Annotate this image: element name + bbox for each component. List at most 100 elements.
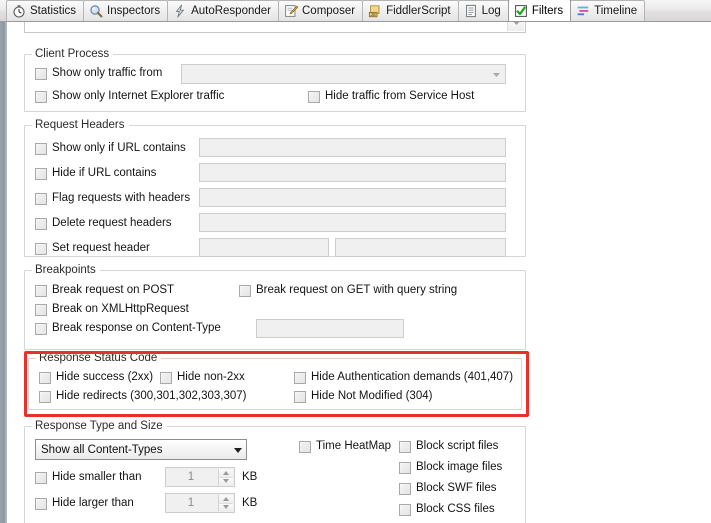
checkbox-label: Hide smaller than	[52, 471, 142, 483]
top-partial-combobox[interactable]	[24, 22, 526, 33]
svg-text:JS: JS	[371, 12, 376, 17]
tab-label: Log	[481, 5, 501, 17]
tab-composer[interactable]: Composer	[278, 0, 364, 21]
checkbox-label: Block script files	[416, 440, 499, 452]
chevron-down-icon[interactable]	[507, 22, 524, 31]
tab-filters[interactable]: Filters	[507, 0, 572, 21]
input-set-request-header-value[interactable]	[335, 238, 506, 257]
checkbox-box[interactable]	[399, 461, 411, 474]
checkbox-show-only-traffic-from[interactable]: Show only traffic from	[35, 67, 162, 80]
input-set-request-header-name[interactable]	[199, 238, 329, 257]
js-scroll-icon: JS	[368, 4, 382, 18]
checkbox-box[interactable]	[35, 142, 47, 155]
checkbox-box[interactable]	[294, 390, 306, 403]
checkbox-break-request-on-post[interactable]: Break request on POST	[35, 284, 174, 297]
spinner-up-icon[interactable]	[218, 469, 233, 478]
tab-label: Filters	[531, 4, 564, 17]
checkbox-box[interactable]	[35, 192, 47, 205]
checkbox-delete-request-headers[interactable]: Delete request headers	[35, 217, 172, 230]
spinner-up-icon[interactable]	[218, 495, 233, 504]
checkbox-hide-larger-than[interactable]: Hide larger than	[35, 497, 134, 510]
tab-label: Timeline	[594, 5, 638, 17]
checkbox-box[interactable]	[299, 440, 311, 453]
checkbox-box[interactable]	[294, 371, 306, 384]
chevron-down-icon[interactable]	[490, 68, 503, 81]
checkbox-box[interactable]	[35, 471, 47, 484]
checkbox-hide-if-url-contains[interactable]: Hide if URL contains	[35, 167, 156, 180]
checkbox-label: Set request header	[52, 242, 150, 254]
checkbox-box[interactable]	[39, 371, 51, 384]
checkbox-box[interactable]	[35, 322, 47, 335]
checkbox-block-image-files[interactable]: Block image files	[399, 461, 502, 474]
input-break-response-content-type[interactable]	[256, 319, 404, 338]
checkbox-box[interactable]	[35, 284, 47, 297]
unit-label-larger: KB	[242, 497, 258, 509]
checkbox-box[interactable]	[35, 303, 47, 316]
tab-fiddlerscript[interactable]: JS FiddlerScript	[362, 0, 459, 21]
checkbox-box[interactable]	[239, 284, 251, 297]
input-show-only-if-url-contains[interactable]	[199, 138, 506, 157]
spinner-buttons[interactable]	[218, 469, 233, 485]
checkbox-flag-requests-with-headers[interactable]: Flag requests with headers	[35, 192, 190, 205]
checkbox-box[interactable]	[35, 67, 47, 80]
checkbox-hide-success-2xx[interactable]: Hide success (2xx)	[39, 371, 153, 384]
checkbox-box[interactable]	[35, 497, 47, 510]
checkbox-break-on-xmlhttprequest[interactable]: Break on XMLHttpRequest	[35, 303, 189, 316]
input-hide-if-url-contains[interactable]	[199, 163, 506, 182]
checkbox-block-css-files[interactable]: Block CSS files	[399, 503, 495, 516]
tab-strip: Statistics Inspectors AutoResponder Comp…	[0, 0, 711, 22]
spinner-hide-smaller-than[interactable]: 1	[165, 467, 235, 487]
checkbox-set-request-header[interactable]: Set request header	[35, 242, 150, 255]
checkbox-show-only-ie-traffic[interactable]: Show only Internet Explorer traffic	[35, 90, 224, 103]
checkbox-hide-redirects[interactable]: Hide redirects (300,301,302,303,307)	[39, 390, 247, 403]
spinner-value: 1	[187, 471, 195, 483]
combobox-client-process[interactable]	[181, 64, 506, 84]
checkbox-hide-not-modified[interactable]: Hide Not Modified (304)	[294, 390, 432, 403]
spinner-hide-larger-than[interactable]: 1	[165, 493, 235, 513]
checkbox-break-request-on-get-query[interactable]: Break request on GET with query string	[239, 284, 457, 297]
spinner-down-icon[interactable]	[218, 503, 233, 511]
checkbox-break-response-on-content-type[interactable]: Break response on Content-Type	[35, 322, 221, 335]
checkbox-label: Hide Authentication demands (401,407)	[311, 371, 514, 383]
tab-autoresponder[interactable]: AutoResponder	[167, 0, 279, 21]
checkbox-hide-non-2xx[interactable]: Hide non-2xx	[160, 371, 245, 384]
input-delete-request-headers[interactable]	[199, 213, 506, 232]
checkbox-box[interactable]	[308, 90, 320, 103]
pencil-note-icon	[284, 4, 299, 18]
tab-inspectors[interactable]: Inspectors	[83, 0, 169, 21]
checkbox-box[interactable]	[35, 167, 47, 180]
checkbox-block-script-files[interactable]: Block script files	[399, 440, 498, 453]
checkbox-box[interactable]	[399, 440, 411, 453]
checkbox-hide-authentication-demands[interactable]: Hide Authentication demands (401,407)	[294, 371, 513, 384]
checkbox-box[interactable]	[35, 217, 47, 230]
dropdown-content-types[interactable]: Show all Content-Types	[35, 439, 247, 460]
checkbox-box[interactable]	[35, 90, 47, 103]
checkbox-box[interactable]	[399, 482, 411, 495]
checkbox-hide-traffic-service-host[interactable]: Hide traffic from Service Host	[308, 90, 474, 103]
group-breakpoints: Breakpoints Break request on POST Break …	[24, 264, 526, 350]
checkbox-hide-smaller-than[interactable]: Hide smaller than	[35, 471, 141, 484]
checkbox-label: Hide if URL contains	[52, 167, 157, 179]
checkbox-box[interactable]	[39, 390, 51, 403]
tab-statistics[interactable]: Statistics	[6, 0, 85, 21]
group-legend: Response Status Code	[36, 352, 162, 364]
unit-label-smaller: KB	[242, 471, 258, 483]
group-client-process: Client Process Show only traffic from Sh…	[24, 48, 526, 112]
tab-log[interactable]: Log	[457, 0, 509, 21]
checkbox-block-swf-files[interactable]: Block SWF files	[399, 482, 497, 495]
checkbox-label: Delete request headers	[52, 217, 172, 229]
checkbox-time-heatmap[interactable]: Time HeatMap	[299, 440, 391, 453]
left-splitter-rail[interactable]	[0, 22, 7, 523]
checkbox-box[interactable]	[399, 503, 411, 516]
group-legend: Client Process	[32, 48, 114, 60]
checkbox-show-only-if-url-contains[interactable]: Show only if URL contains	[35, 142, 186, 155]
spinner-buttons[interactable]	[218, 495, 233, 511]
tab-timeline[interactable]: Timeline	[570, 0, 646, 21]
checkbox-box[interactable]	[160, 371, 172, 384]
group-legend: Response Type and Size	[32, 420, 167, 432]
document-lines-icon	[464, 4, 478, 18]
spinner-down-icon[interactable]	[218, 477, 233, 485]
input-flag-requests-with-headers[interactable]	[199, 188, 506, 207]
checkbox-box[interactable]	[35, 242, 47, 255]
chevron-down-icon[interactable]	[234, 447, 242, 453]
